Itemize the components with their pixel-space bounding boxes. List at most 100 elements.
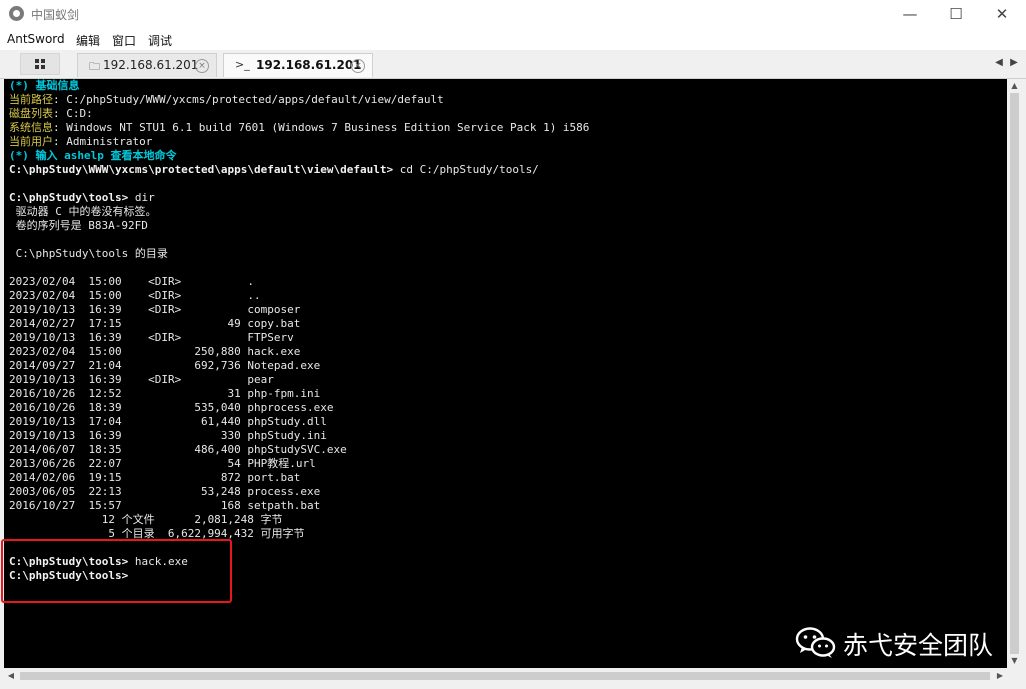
scroll-left-icon[interactable]: ◀: [4, 668, 18, 683]
terminal-line: C:\phpStudy\tools 的目录: [9, 247, 589, 261]
terminal-line: 2019/10/13 16:39 <DIR> composer: [9, 303, 589, 317]
terminal-line: 2016/10/27 15:57 168 setpath.bat: [9, 499, 589, 513]
terminal-text: 2014/02/27 17:15 49 copy.bat: [9, 317, 301, 330]
terminal-text: 驱动器 C 中的卷没有标签。: [9, 205, 157, 218]
terminal-text: : Administrator: [53, 135, 153, 148]
terminal-text: 2023/02/04 15:00 <DIR> ..: [9, 289, 261, 302]
terminal-line: C:\phpStudy\WWW\yxcms\protected\apps\def…: [9, 163, 589, 177]
tab-label: 192.168.61.201: [103, 58, 199, 72]
terminal-text: 当前路径: [9, 93, 53, 106]
terminal-line: 2003/06/05 22:13 53,248 process.exe: [9, 485, 589, 499]
terminal-text: (*) 基础信息: [9, 79, 80, 92]
terminal-line: 当前路径: C:/phpStudy/WWW/yxcms/protected/ap…: [9, 93, 589, 107]
terminal-text: 系统信息: [9, 121, 53, 134]
vertical-scrollbar[interactable]: ▲ ▼: [1007, 79, 1022, 668]
watermark-text: 赤弋安全团队: [843, 631, 994, 660]
terminal-text: dir: [134, 191, 155, 204]
terminal-text: 2019/10/13 16:39 330 phpStudy.ini: [9, 429, 327, 442]
scroll-up-icon[interactable]: ▲: [1007, 79, 1022, 93]
terminal-line: 2014/02/27 17:15 49 copy.bat: [9, 317, 589, 331]
terminal-text: : C:/phpStudy/WWW/yxcms/protected/apps/d…: [53, 93, 444, 106]
terminal-line: 2023/02/04 15:00 250,880 hack.exe: [9, 345, 589, 359]
terminal-line: 2019/10/13 16:39 <DIR> pear: [9, 373, 589, 387]
terminal-line: 2013/06/26 22:07 54 PHP教程.url: [9, 457, 589, 471]
terminal-line: 2016/10/26 18:39 535,040 phprocess.exe: [9, 401, 589, 415]
terminal-text: 12 个文件 2,081,248 字节: [9, 513, 283, 526]
close-button[interactable]: ✕: [979, 0, 1025, 28]
terminal-line: 2019/10/13 16:39 <DIR> FTPServ: [9, 331, 589, 345]
terminal-text: C:\phpStudy\WWW\yxcms\protected\apps\def…: [9, 163, 400, 176]
terminal-text: 2019/10/13 16:39 <DIR> composer: [9, 303, 301, 316]
terminal-line: 2023/02/04 15:00 <DIR> .: [9, 275, 589, 289]
tab-bar: 🗀 192.168.61.201 × >_ 192.168.61.201 × ◀…: [0, 50, 1026, 79]
terminal-line: 驱动器 C 中的卷没有标签。: [9, 205, 589, 219]
tab-scroll-left-icon[interactable]: ◀: [993, 55, 1005, 71]
terminal-text: (*) 输入 ashelp 查看本地命令: [9, 149, 177, 162]
terminal-text: C:\phpStudy\tools>: [9, 191, 135, 204]
terminal-text: 2016/10/26 18:39 535,040 phprocess.exe: [9, 401, 334, 414]
terminal-text: 2014/09/27 21:04 692,736 Notepad.exe: [9, 359, 321, 372]
terminal-icon: >_: [235, 58, 250, 71]
terminal-text: 2016/10/27 15:57 168 setpath.bat: [9, 499, 321, 512]
tab-close-icon[interactable]: ×: [351, 59, 365, 73]
tab-scroll-right-icon[interactable]: ▶: [1008, 55, 1020, 71]
terminal-line: 2014/09/27 21:04 692,736 Notepad.exe: [9, 359, 589, 373]
terminal-line: 2014/06/07 18:35 486,400 phpStudySVC.exe: [9, 443, 589, 457]
terminal-line: 2016/10/26 12:52 31 php-fpm.ini: [9, 387, 589, 401]
menu-bar: AntSword 编辑 窗口 调试: [0, 28, 1026, 50]
terminal-text: 2016/10/26 12:52 31 php-fpm.ini: [9, 387, 321, 400]
terminal-text: cd C:/phpStudy/tools/: [399, 163, 539, 176]
terminal-text: 2023/02/04 15:00 <DIR> .: [9, 275, 255, 288]
highlight-box: [1, 539, 232, 603]
terminal-text: C:\phpStudy\tools 的目录: [9, 247, 168, 260]
vertical-scroll-thumb[interactable]: [1010, 93, 1019, 654]
terminal-text: 2014/02/06 19:15 872 port.bat: [9, 471, 301, 484]
terminal-text: 2003/06/05 22:13 53,248 process.exe: [9, 485, 321, 498]
terminal-text: 2019/10/13 16:39 <DIR> pear: [9, 373, 274, 386]
terminal-line: (*) 输入 ashelp 查看本地命令: [9, 149, 589, 163]
horizontal-scroll-thumb[interactable]: [20, 672, 990, 680]
menu-edit[interactable]: 编辑: [76, 32, 100, 49]
terminal-text: 2023/02/04 15:00 250,880 hack.exe: [9, 345, 301, 358]
tab-close-icon[interactable]: ×: [195, 59, 209, 73]
terminal-text: 当前用户: [9, 135, 53, 148]
terminal-text: 2013/06/26 22:07 54 PHP教程.url: [9, 457, 316, 470]
terminal-text: 卷的序列号是 B83A-92FD: [9, 219, 148, 232]
tab-terminal[interactable]: >_ 192.168.61.201 ×: [223, 53, 373, 77]
terminal-lines: (*) 基础信息 当前路径: C:/phpStudy/WWW/yxcms/prot…: [9, 79, 589, 583]
terminal-line: 系统信息: Windows NT STU1 6.1 build 7601 (Wi…: [9, 121, 589, 135]
tab-label: 192.168.61.201: [256, 58, 362, 72]
menu-antsword[interactable]: AntSword: [7, 32, 65, 46]
terminal-text: 2019/10/13 16:39 <DIR> FTPServ: [9, 331, 294, 344]
antsword-logo-icon: [9, 6, 24, 21]
folder-icon: 🗀: [89, 60, 100, 73]
terminal-line: C:\phpStudy\tools> dir: [9, 191, 589, 205]
terminal-line: 2019/10/13 17:04 61,440 phpStudy.dll: [9, 415, 589, 429]
terminal-text: : Windows NT STU1 6.1 build 7601 (Window…: [53, 121, 590, 134]
scroll-down-icon[interactable]: ▼: [1007, 654, 1022, 668]
tab-home-grid-icon[interactable]: [20, 53, 60, 75]
scroll-right-icon[interactable]: ▶: [993, 668, 1007, 683]
menu-window[interactable]: 窗口: [112, 32, 136, 49]
terminal-line: 磁盘列表: C:D:: [9, 107, 589, 121]
window-title: 中国蚁剑: [31, 8, 80, 22]
wechat-icon: [795, 627, 836, 658]
terminal-text: 2019/10/13 17:04 61,440 phpStudy.dll: [9, 415, 327, 428]
terminal-text: 2014/06/07 18:35 486,400 phpStudySVC.exe: [9, 443, 347, 456]
terminal-text: 磁盘列表: [9, 107, 53, 120]
terminal-line: (*) 基础信息: [9, 79, 589, 93]
horizontal-scrollbar[interactable]: ◀ ▶: [4, 668, 1007, 683]
terminal-line: 2019/10/13 16:39 330 phpStudy.ini: [9, 429, 589, 443]
title-bar: 中国蚁剑 — ☐ ✕: [0, 0, 1026, 28]
tab-file-manager[interactable]: 🗀 192.168.61.201 ×: [77, 53, 217, 77]
terminal-line: 当前用户: Administrator: [9, 135, 589, 149]
menu-debug[interactable]: 调试: [148, 32, 172, 49]
terminal-text: : C:D:: [53, 107, 93, 120]
terminal-line: 卷的序列号是 B83A-92FD: [9, 219, 589, 233]
maximize-button[interactable]: ☐: [933, 0, 979, 28]
terminal-line: 12 个文件 2,081,248 字节: [9, 513, 589, 527]
minimize-button[interactable]: —: [887, 0, 933, 28]
